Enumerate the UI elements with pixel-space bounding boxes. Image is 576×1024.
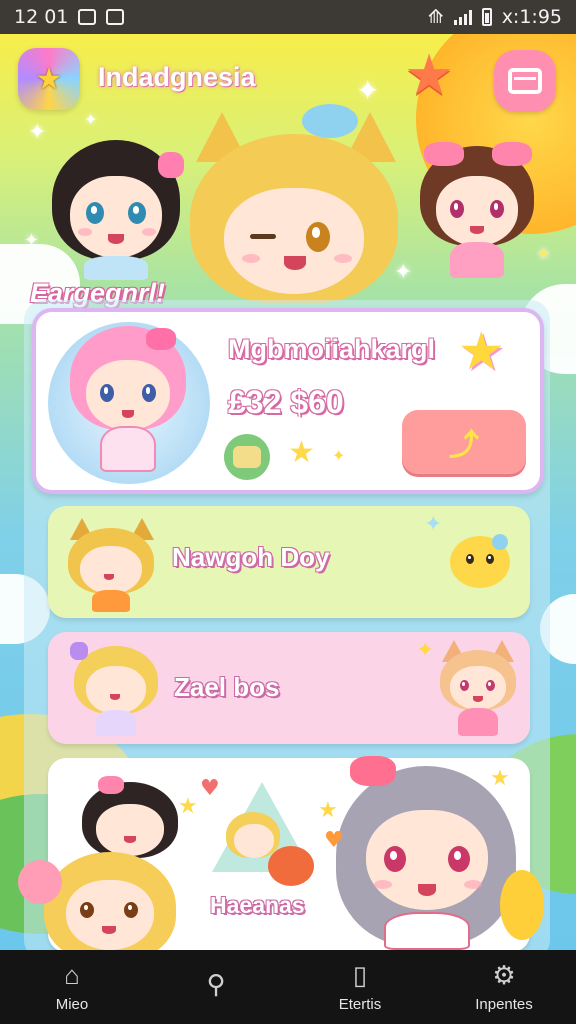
play-arrow-icon: ⤴ [449,428,479,463]
character-blonde-cat-girl [184,104,404,304]
gear-icon: ⚙ [492,960,516,990]
status-bar: 12 01 ⟰ x:1:95 [0,0,576,34]
sparkle-icon: ✦ [416,638,435,663]
flower-decoration [18,860,62,904]
nav-item-label: Etertis [338,995,382,1013]
nav-item-label: Inpentes [475,995,533,1013]
data-saver-icon: ⟰ [427,6,444,28]
nav-item-settings[interactable]: ⚙ Inpentes [432,950,576,1024]
sparkle-icon: ✦ [24,230,40,251]
wallet-card-icon [508,68,542,94]
character-blonde-kid [64,512,158,612]
home-icon: ⌂ [64,960,80,990]
character-pink-hair-girl [66,326,190,476]
sparkle-icon: ✦ [84,110,98,129]
app-logo-icon[interactable]: ★ [18,48,80,110]
signal-icon [453,9,472,25]
list-item-label: Nawgoh Doy [172,542,330,572]
status-time: 12 01 [14,6,69,28]
featured-name: Mgbmoiiahkargl [228,334,436,364]
gallery-notification-icon [78,9,97,25]
document-icon: ▯ [352,960,368,990]
list-item-label: Zael bos [174,672,280,702]
star-icon: ★ [490,766,510,791]
character-pink-cat-girl [436,640,520,736]
sparkle-icon: ✦ [28,120,47,145]
star-badge-icon[interactable]: ★ [404,48,454,104]
sparkle-icon: ✦ [424,512,443,537]
sparkle-icon: ✦ [332,446,346,465]
pin-icon: ⚲ [206,968,226,999]
character-yellow-pet [444,520,516,590]
app-title: Indadgnesia [98,62,256,92]
nav-item-pin[interactable]: ⚲ [144,950,288,1024]
character-blonde-girl-bottom [40,852,180,962]
status-right-text: x:1:95 [501,6,562,28]
star-icon: ★ [288,435,315,470]
star-icon: ★ [178,794,198,819]
character-blonde-cat-kid [70,638,162,738]
wallet-button[interactable] [494,50,556,112]
featured-action-button[interactable]: ⤴ [402,410,526,474]
sparkle-icon: ✦ [356,74,380,107]
list-item-label: Haeanas [210,892,305,918]
star-icon: ★ [458,322,505,382]
nav-item-home[interactable]: ⌂ Mieo [0,950,144,1024]
character-dark-hair-girl [46,140,186,280]
mini-avatar [224,434,270,480]
heart-icon: ♥ [324,828,344,853]
character-brown-hair-girl [414,142,540,282]
heart-icon: ♥ [200,776,220,801]
character-small-duo [220,812,316,888]
featured-price: £32 $60 [228,384,344,420]
star-icon: ★ [318,798,338,823]
bottom-navigation: ⌂ Mieo ⚲ ▯ Etertis ⚙ Inpentes [0,950,576,1024]
nav-item-label: Mieo [55,995,89,1013]
nav-item-documents[interactable]: ▯ Etertis [288,950,432,1024]
app-notification-icon [106,9,125,25]
banana-decoration [500,870,544,940]
battery-icon [481,8,492,26]
